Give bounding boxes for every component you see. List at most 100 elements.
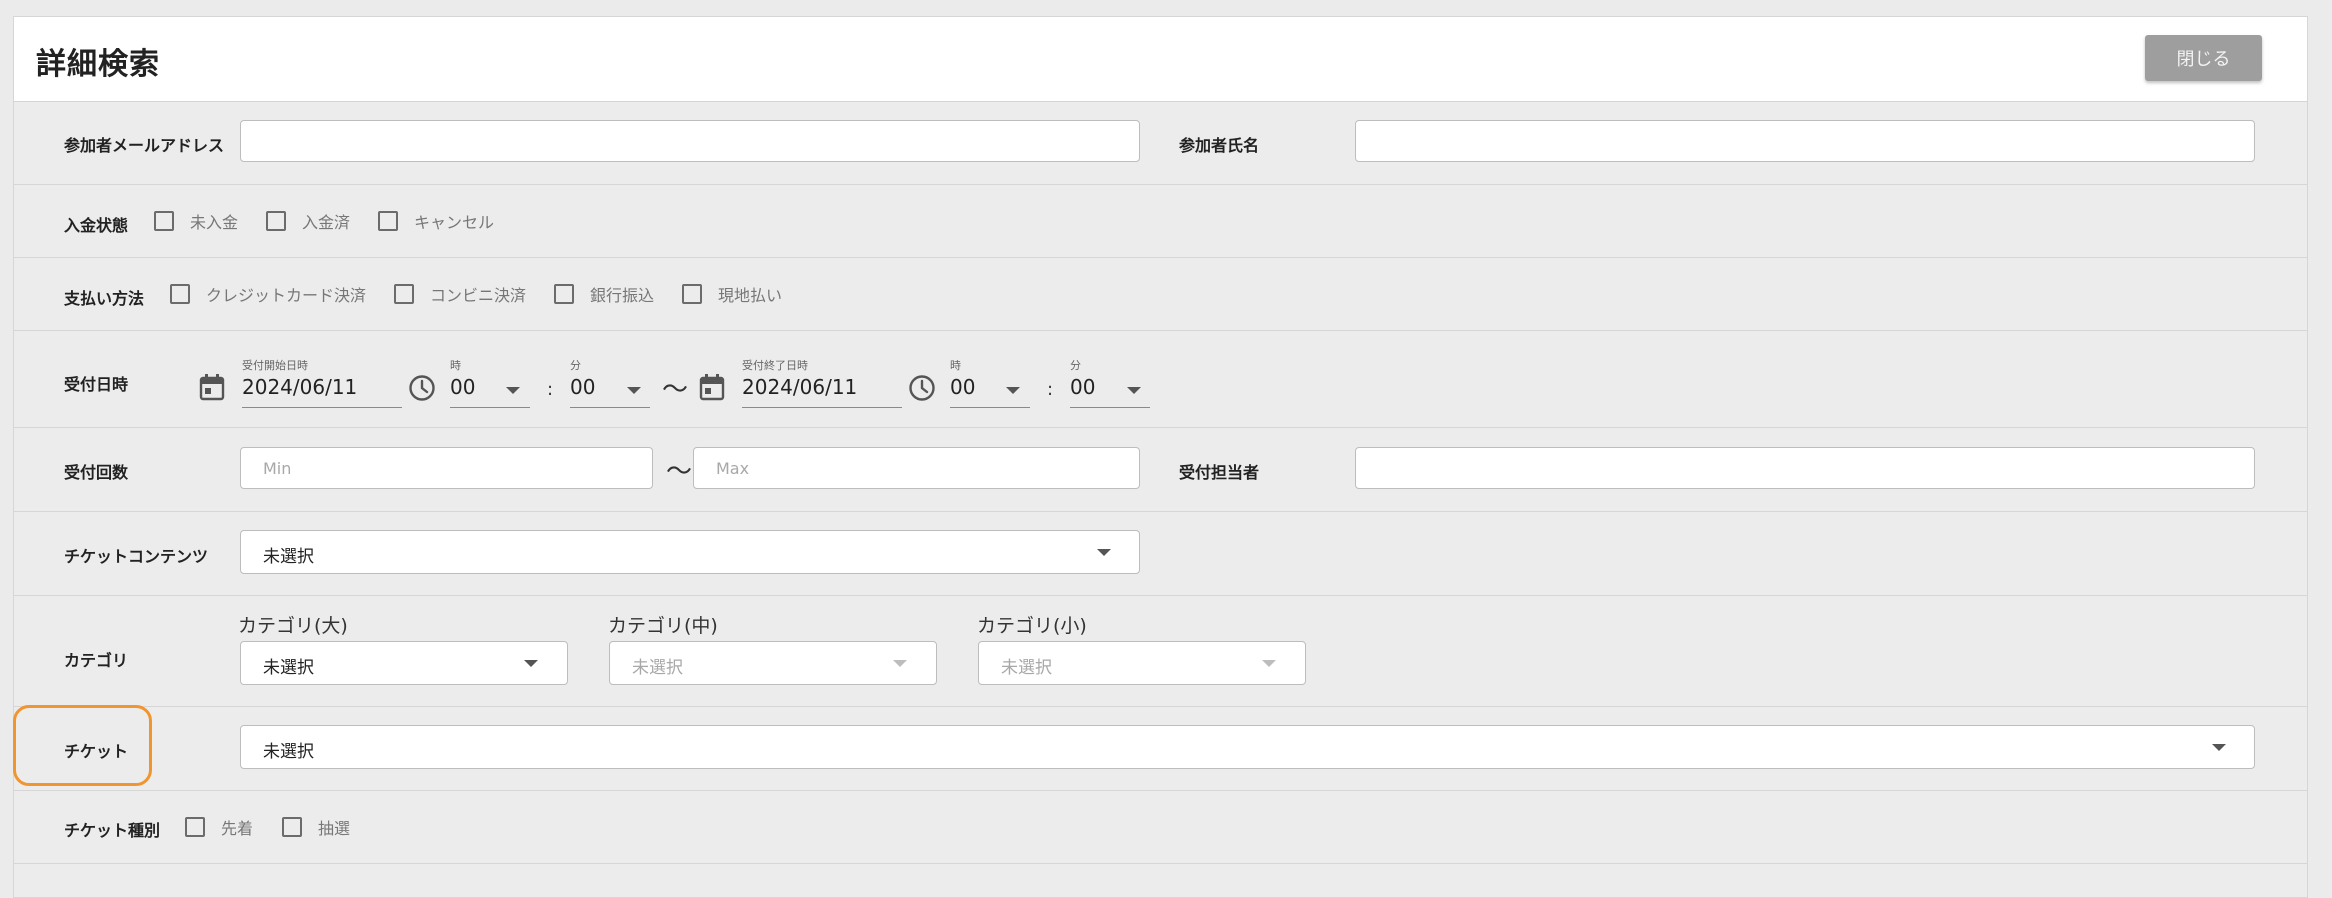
checkbox-label: 銀行振込	[590, 286, 655, 305]
page-title: 詳細検索	[36, 47, 160, 82]
checkbox-cancel[interactable]: キャンセル	[378, 209, 494, 233]
select-value: 未選択	[263, 547, 314, 567]
checkbox-credit-card[interactable]: クレジットカード決済	[170, 282, 366, 306]
start-date-label: 受付開始日時	[242, 359, 308, 372]
checkbox-icon[interactable]	[378, 211, 398, 231]
clock-icon	[909, 375, 935, 401]
range-tilde: 〜	[666, 457, 693, 487]
chevron-down-icon[interactable]	[1127, 387, 1141, 394]
checkbox-icon[interactable]	[682, 284, 702, 304]
chevron-down-icon[interactable]	[627, 387, 641, 394]
advanced-search-panel: 詳細検索 閉じる 参加者メールアドレス 参加者氏名 入金状態 未入金 入金済 キ…	[13, 16, 2308, 898]
checkbox-label: 先着	[221, 819, 254, 838]
row-ticket-contents: チケットコンテンツ 未選択	[14, 512, 2307, 596]
name-label: 参加者氏名	[1179, 136, 1260, 155]
start-minute-label: 分	[570, 359, 581, 372]
row-category: カテゴリ カテゴリ(大) 未選択 カテゴリ(中) 未選択 カテゴリ(小) 未選択	[14, 596, 2307, 707]
row-payment-status: 入金状態 未入金 入金済 キャンセル	[14, 185, 2307, 258]
end-hour-label: 時	[950, 359, 961, 372]
chevron-down-icon	[524, 660, 538, 667]
ticket-type-label: チケット種別	[64, 821, 161, 840]
select-value: 未選択	[263, 742, 314, 762]
start-minute-value[interactable]: 00	[570, 375, 595, 399]
checkbox-icon[interactable]	[185, 817, 205, 837]
range-tilde: 〜	[662, 375, 689, 405]
end-hour-value[interactable]: 00	[950, 375, 975, 399]
chevron-down-icon	[2212, 744, 2226, 751]
end-colon: :	[1047, 379, 1054, 400]
checkbox-label: 入金済	[302, 213, 351, 232]
select-value: 未選択	[263, 658, 314, 678]
start-date-value[interactable]: 2024/06/11	[242, 375, 357, 399]
category-label: カテゴリ	[64, 651, 129, 670]
start-date-underline	[242, 407, 402, 408]
payment-method-label: 支払い方法	[64, 289, 145, 308]
checkbox-label: キャンセル	[414, 213, 495, 232]
checkbox-first-come[interactable]: 先着	[185, 815, 253, 839]
checkbox-label: 未入金	[190, 213, 239, 232]
category-small-select[interactable]: 未選択	[978, 641, 1306, 685]
end-date-underline	[742, 407, 902, 408]
category-medium-label: カテゴリ(中)	[608, 615, 718, 637]
panel-header: 詳細検索 閉じる	[14, 17, 2307, 102]
chevron-down-icon	[1262, 660, 1276, 667]
close-button[interactable]: 閉じる	[2145, 35, 2262, 81]
ticket-label-highlight	[13, 705, 152, 786]
end-date-value[interactable]: 2024/06/11	[742, 375, 857, 399]
payment-status-label: 入金状態	[64, 216, 129, 235]
start-hour-value[interactable]: 00	[450, 375, 475, 399]
calendar-icon[interactable]	[199, 373, 225, 401]
email-field[interactable]	[240, 120, 1140, 162]
chevron-down-icon	[893, 660, 907, 667]
reception-count-label: 受付回数	[64, 463, 129, 482]
checkbox-label: コンビニ決済	[430, 286, 527, 305]
checkbox-icon[interactable]	[154, 211, 174, 231]
category-small-label: カテゴリ(小)	[977, 615, 1087, 637]
chevron-down-icon[interactable]	[506, 387, 520, 394]
row-payment-method: 支払い方法 クレジットカード決済 コンビニ決済 銀行振込 現地払い	[14, 258, 2307, 331]
category-large-select[interactable]: 未選択	[240, 641, 568, 685]
chevron-down-icon	[1097, 549, 1111, 556]
ticket-contents-select[interactable]: 未選択	[240, 530, 1140, 574]
checkbox-label: 現地払い	[718, 286, 783, 305]
checkbox-onsite[interactable]: 現地払い	[682, 282, 782, 306]
checkbox-label: 抽選	[318, 819, 351, 838]
checkbox-paid[interactable]: 入金済	[266, 209, 350, 233]
count-max-field[interactable]	[693, 447, 1140, 489]
start-minute-underline	[570, 407, 650, 408]
checkbox-lottery[interactable]: 抽選	[282, 815, 350, 839]
start-hour-underline	[450, 407, 530, 408]
staff-field[interactable]	[1355, 447, 2255, 489]
row-ticket: チケット 未選択	[14, 707, 2307, 791]
checkbox-icon[interactable]	[554, 284, 574, 304]
end-hour-underline	[950, 407, 1030, 408]
checkbox-unpaid[interactable]: 未入金	[154, 209, 238, 233]
checkbox-convenience-store[interactable]: コンビニ決済	[394, 282, 526, 306]
checkbox-icon[interactable]	[394, 284, 414, 304]
name-field[interactable]	[1355, 120, 2255, 162]
end-minute-value[interactable]: 00	[1070, 375, 1095, 399]
checkbox-icon[interactable]	[170, 284, 190, 304]
row-reception-count: 受付回数 〜 受付担当者	[14, 428, 2307, 512]
ticket-select[interactable]: 未選択	[240, 725, 2255, 769]
select-value: 未選択	[1001, 658, 1052, 678]
checkbox-bank-transfer[interactable]: 銀行振込	[554, 282, 654, 306]
checkbox-icon[interactable]	[282, 817, 302, 837]
calendar-icon[interactable]	[699, 373, 725, 401]
select-value: 未選択	[632, 658, 683, 678]
staff-label: 受付担当者	[1179, 463, 1260, 482]
start-colon: :	[547, 379, 554, 400]
ticket-contents-label: チケットコンテンツ	[64, 547, 209, 566]
category-large-label: カテゴリ(大)	[238, 615, 348, 637]
count-min-field[interactable]	[240, 447, 653, 489]
end-minute-underline	[1070, 407, 1150, 408]
clock-icon	[409, 375, 435, 401]
chevron-down-icon[interactable]	[1006, 387, 1020, 394]
row-ticket-type: チケット種別 先着 抽選	[14, 791, 2307, 864]
checkbox-label: クレジットカード決済	[206, 286, 367, 305]
checkbox-icon[interactable]	[266, 211, 286, 231]
category-medium-select[interactable]: 未選択	[609, 641, 937, 685]
row-email: 参加者メールアドレス 参加者氏名	[14, 101, 2307, 185]
email-label: 参加者メールアドレス	[64, 136, 225, 155]
start-hour-label: 時	[450, 359, 461, 372]
